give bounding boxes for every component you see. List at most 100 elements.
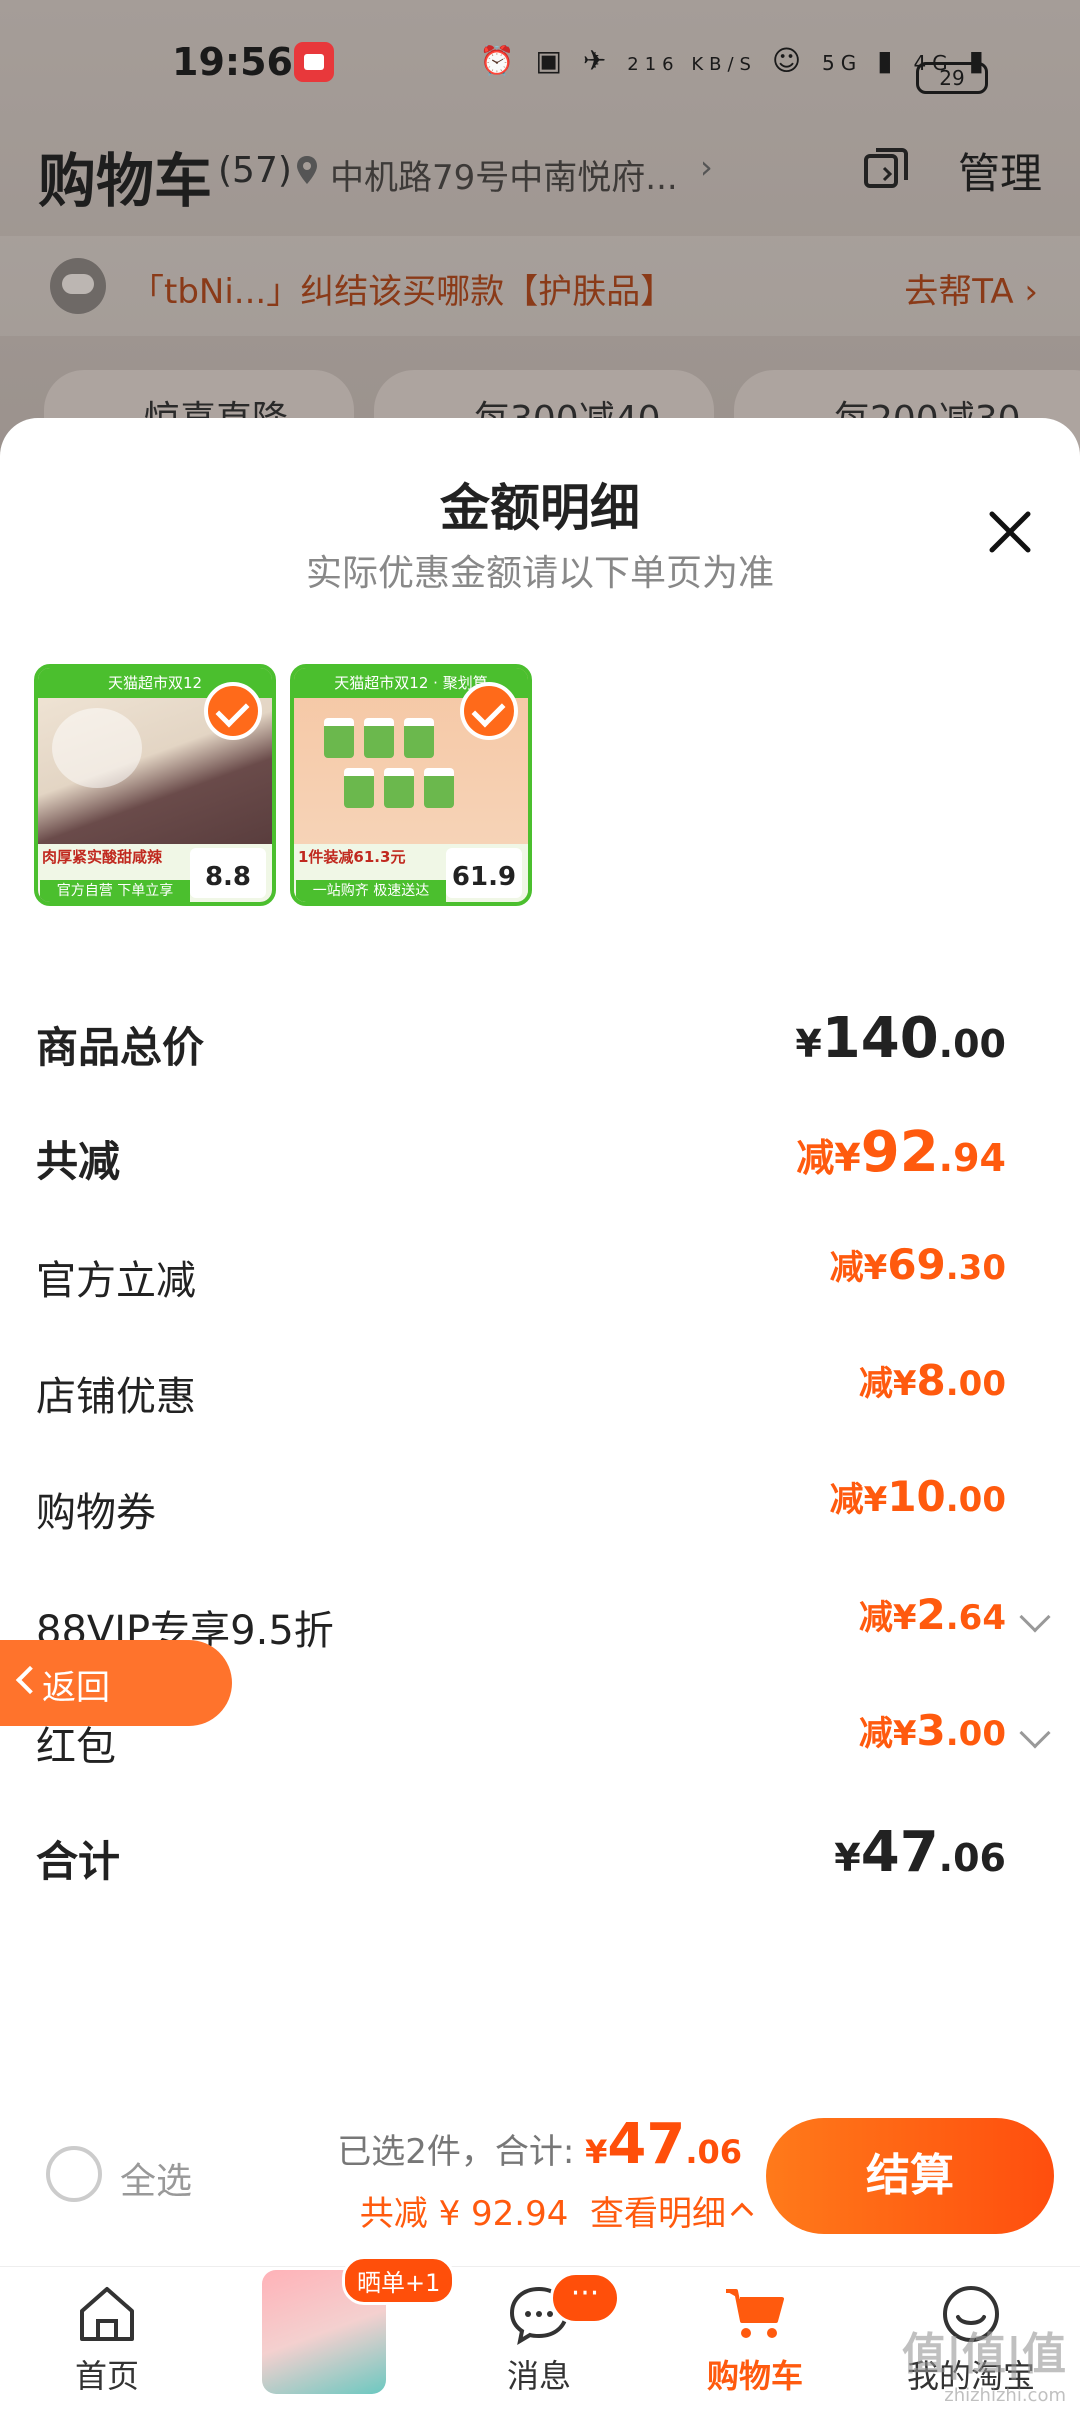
selected-count-text: 已选2件，合计: (337, 2132, 575, 2172)
value-prefix: ¥ (795, 1022, 822, 1066)
value-int: 47 (860, 1820, 939, 1885)
value-dec: .00 (945, 1364, 1006, 1404)
row-label: 共减 (36, 1137, 121, 1186)
selected-check-icon (460, 682, 518, 740)
value-int: 2 (916, 1590, 946, 1639)
value-prefix: ¥ (834, 1836, 861, 1880)
row-value: 减¥2.64 (859, 1590, 1006, 1639)
row-label: 店铺优惠 (36, 1374, 196, 1420)
value-dec: .30 (945, 1248, 1006, 1288)
battery-level: 29 (939, 66, 965, 90)
notice-text: 「tbNi...」纠结该买哪款【护肤品】 (130, 272, 675, 312)
tab-cart-label: 购物车 (706, 2357, 803, 2395)
system-icons: ⏰ ▣ ✈ 216 KB/S ☺ 5G ▮ 4G ▮ (479, 44, 990, 77)
row-label: 合计 (36, 1837, 121, 1886)
row-value: 减¥69.30 (830, 1240, 1006, 1289)
value-int: 3 (916, 1706, 946, 1755)
row-label: 官方立减 (36, 1258, 196, 1304)
row-value: 减¥10.00 (830, 1472, 1006, 1521)
value-dec: .06 (938, 1836, 1006, 1880)
value-int: 92 (860, 1120, 939, 1185)
selected-summary: 已选2件，合计: ¥47.06 (337, 2112, 742, 2177)
watermark: 值|值|值 (901, 2329, 1066, 2380)
value-dec: .00 (945, 1480, 1006, 1520)
home-icon (80, 2287, 134, 2341)
row-official-discount: 官方立减 减¥69.30 (36, 1240, 1006, 1310)
row-value: 减¥3.00 (859, 1706, 1006, 1755)
product-tag: 官方自营 下单立享 (40, 880, 190, 902)
notice-avatar (50, 258, 106, 314)
total-int: 47 (607, 2112, 686, 2177)
sheet-subtitle: 实际优惠金额请以下单页为准 (305, 553, 774, 594)
value-prefix: 减¥ (858, 1364, 917, 1404)
row-value: 减¥8.00 (859, 1356, 1006, 1405)
product-thumbnail[interactable]: 天猫超市双12 · 聚划算 1件装减61.3元 一站购齐 极速送达 61.9 (290, 664, 532, 906)
row-shopping-coupon: 购物券 减¥10.00 (36, 1472, 1006, 1542)
value-prefix: 减¥ (796, 1136, 861, 1180)
cart-header: 购物车 (57) 中机路79号中南悦府... › 管理 (0, 130, 1080, 215)
value-dec: .64 (945, 1598, 1006, 1638)
value-int: 10 (887, 1472, 946, 1521)
total-currency: ¥ (585, 2133, 608, 2171)
product-image (364, 718, 394, 758)
product-image (384, 768, 414, 808)
message-badge: ··· (550, 2272, 620, 2324)
product-label: 1件装减61.3元 (298, 848, 406, 866)
chevron-down-icon[interactable] (1019, 1717, 1051, 1749)
notice-action[interactable]: 去帮TA › (904, 264, 1038, 313)
total-dec: .06 (685, 2133, 742, 2171)
share-order-thumbnail[interactable]: 晒单+1 (262, 2256, 456, 2394)
manage-button[interactable]: 管理 (958, 140, 1042, 201)
close-icon[interactable] (980, 502, 1040, 562)
product-image (324, 718, 354, 758)
notice-bar[interactable]: 「tbNi...」纠结该买哪款【护肤品】 去帮TA › (0, 236, 1080, 336)
row-value: ¥140.00 (795, 1006, 1006, 1071)
select-all-label[interactable]: 全选 (120, 2152, 192, 2204)
net-speed: 216 KB/S (627, 54, 757, 75)
chevron-right-icon: › (700, 148, 713, 186)
value-int: 8 (916, 1356, 946, 1405)
value-prefix: 减¥ (858, 1598, 917, 1638)
row-label: 商品总价 (36, 1023, 205, 1072)
checkout-button[interactable]: 结算 (766, 2118, 1054, 2234)
reduction-summary[interactable]: 共减 ¥ 92.94 查看明细 (360, 2186, 726, 2235)
product-price: 61.9 (446, 848, 522, 898)
value-prefix: 减¥ (829, 1480, 888, 1520)
product-image (404, 718, 434, 758)
share-order-badge: 晒单+1 (342, 2256, 456, 2305)
app-notification-icon (294, 42, 334, 82)
checkout-bar: 全选 已选2件，合计: ¥47.06 共减 ¥ 92.94 查看明细 结算 (0, 2090, 1080, 2266)
view-detail-link[interactable]: 查看明细 (590, 2194, 726, 2234)
price-detail-sheet: 金额明细 实际优惠金额请以下单页为准 天猫超市双12 肉厚紧实酸甜咸辣 官方自营… (0, 418, 1080, 2268)
product-tag: 一站购齐 极速送达 (296, 880, 446, 902)
location-pin-icon (297, 156, 317, 184)
value-prefix: 减¥ (858, 1714, 917, 1754)
tab-home-label: 首页 (74, 2357, 139, 2395)
cart-count: (57) (218, 150, 292, 191)
product-image (52, 708, 142, 788)
row-grand-total: 合计 ¥47.06 (36, 1820, 1006, 1890)
tab-home[interactable]: 首页 (32, 2267, 182, 2412)
back-button-label: 返回 (42, 1668, 110, 1708)
row-label: 购物券 (36, 1490, 156, 1536)
back-button[interactable]: 返回 (0, 1640, 232, 1726)
notice-action-label: 去帮TA (904, 272, 1014, 312)
page-title: 购物车 (38, 147, 213, 215)
select-all-radio[interactable] (46, 2146, 102, 2202)
battery-icon: 29 (916, 62, 988, 94)
chevron-up-icon[interactable] (730, 2202, 754, 2226)
value-int: 140 (821, 1006, 939, 1071)
product-thumbnail[interactable]: 天猫超市双12 肉厚紧实酸甜咸辣 官方自营 下单立享 8.8 (34, 664, 276, 906)
value-dec: .00 (938, 1022, 1006, 1066)
reduction-text: 共减 ¥ 92.94 (359, 2194, 569, 2234)
value-dec: .94 (938, 1136, 1006, 1180)
tab-cart[interactable]: 购物车 (680, 2267, 830, 2412)
product-price: 8.8 (190, 848, 266, 898)
chevron-down-icon[interactable] (1019, 1601, 1051, 1633)
sheet-title: 金额明细 (440, 479, 640, 537)
value-int: 69 (887, 1240, 946, 1289)
row-goods-total: 商品总价 ¥140.00 (36, 1006, 1006, 1076)
delivery-address[interactable]: 中机路79号中南悦府... (330, 150, 678, 199)
multi-cart-icon[interactable] (862, 146, 910, 194)
product-image (344, 768, 374, 808)
